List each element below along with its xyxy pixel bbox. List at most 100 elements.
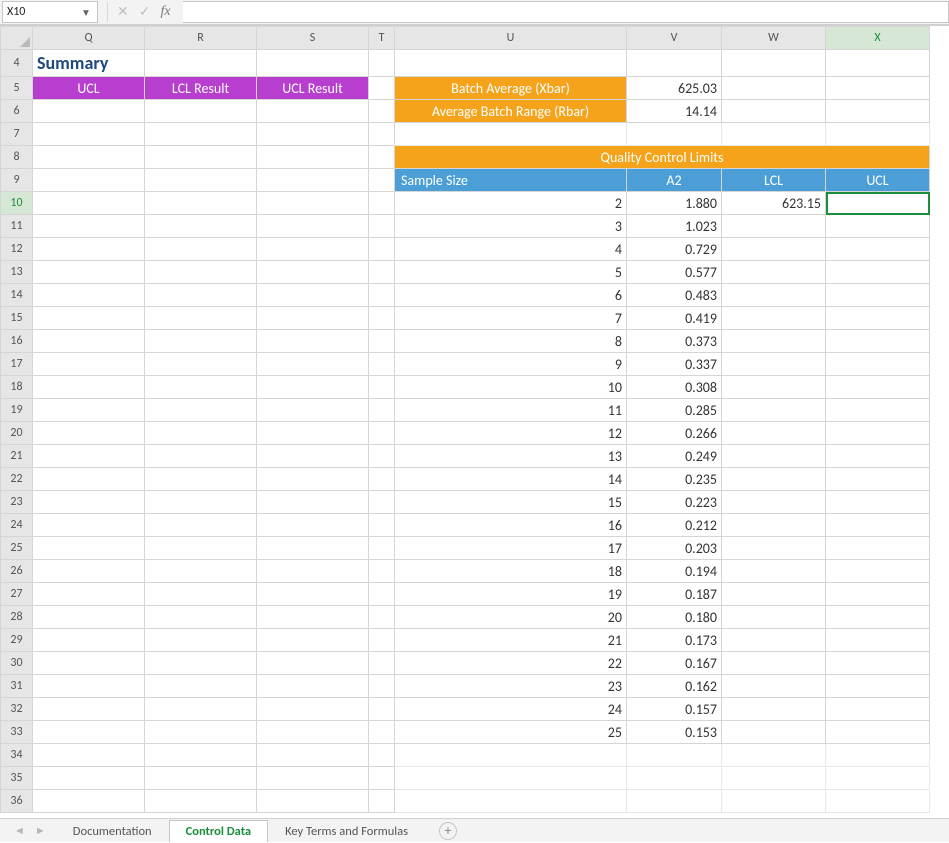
cell-V15[interactable]: 0.419: [627, 307, 722, 330]
cell-X29[interactable]: [826, 629, 930, 652]
cell-S24[interactable]: [257, 514, 369, 537]
cell-W19[interactable]: [722, 399, 826, 422]
cell-X5[interactable]: [826, 77, 930, 100]
cell-U27[interactable]: 19: [395, 583, 627, 606]
cell-V20[interactable]: 0.266: [627, 422, 722, 445]
cell-T31[interactable]: [369, 675, 395, 698]
cell-S31[interactable]: [257, 675, 369, 698]
cell-W12[interactable]: [722, 238, 826, 261]
cell-T5[interactable]: [369, 77, 395, 100]
cell-R35[interactable]: [145, 767, 257, 790]
cell-U15[interactable]: 7: [395, 307, 627, 330]
cell-V35[interactable]: [627, 767, 722, 790]
cell-U6[interactable]: Average Batch Range (Rbar): [395, 100, 627, 123]
cell-X17[interactable]: [826, 353, 930, 376]
cell-S29[interactable]: [257, 629, 369, 652]
cell-V17[interactable]: 0.337: [627, 353, 722, 376]
row-header-17[interactable]: 17: [1, 353, 33, 376]
cell-T22[interactable]: [369, 468, 395, 491]
column-header-T[interactable]: T: [369, 27, 395, 50]
row-header-12[interactable]: 12: [1, 238, 33, 261]
cell-S35[interactable]: [257, 767, 369, 790]
cell-U25[interactable]: 17: [395, 537, 627, 560]
cell-Q32[interactable]: [33, 698, 145, 721]
cell-W10[interactable]: 623.15: [722, 192, 826, 215]
cell-R30[interactable]: [145, 652, 257, 675]
fx-icon[interactable]: fx: [160, 5, 176, 19]
cell-T36[interactable]: [369, 790, 395, 813]
cell-U32[interactable]: 24: [395, 698, 627, 721]
cell-W24[interactable]: [722, 514, 826, 537]
cell-X7[interactable]: [826, 123, 930, 146]
cell-W7[interactable]: [722, 123, 826, 146]
cell-T32[interactable]: [369, 698, 395, 721]
row-header-22[interactable]: 22: [1, 468, 33, 491]
row-header-4[interactable]: 4: [1, 50, 33, 77]
cell-U8[interactable]: Quality Control Limits: [395, 146, 930, 169]
cell-X35[interactable]: [826, 767, 930, 790]
cell-W29[interactable]: [722, 629, 826, 652]
cell-T15[interactable]: [369, 307, 395, 330]
cell-V10[interactable]: 1.880: [627, 192, 722, 215]
row-header-14[interactable]: 14: [1, 284, 33, 307]
cell-W31[interactable]: [722, 675, 826, 698]
row-header-20[interactable]: 20: [1, 422, 33, 445]
cell-V31[interactable]: 0.162: [627, 675, 722, 698]
cell-T20[interactable]: [369, 422, 395, 445]
cell-V6[interactable]: 14.14: [627, 100, 722, 123]
cell-U9[interactable]: Sample Size: [395, 169, 627, 192]
cell-R19[interactable]: [145, 399, 257, 422]
column-header-X[interactable]: X: [826, 27, 930, 50]
cell-V21[interactable]: 0.249: [627, 445, 722, 468]
cell-Q29[interactable]: [33, 629, 145, 652]
row-header-7[interactable]: 7: [1, 123, 33, 146]
row-header-21[interactable]: 21: [1, 445, 33, 468]
cell-W36[interactable]: [722, 790, 826, 813]
cell-X25[interactable]: [826, 537, 930, 560]
row-header-8[interactable]: 8: [1, 146, 33, 169]
cell-T19[interactable]: [369, 399, 395, 422]
cell-T16[interactable]: [369, 330, 395, 353]
cell-U14[interactable]: 6: [395, 284, 627, 307]
row-header-18[interactable]: 18: [1, 376, 33, 399]
cell-S14[interactable]: [257, 284, 369, 307]
cell-X20[interactable]: [826, 422, 930, 445]
cell-T26[interactable]: [369, 560, 395, 583]
cell-R10[interactable]: [145, 192, 257, 215]
cell-T28[interactable]: [369, 606, 395, 629]
cell-R6[interactable]: [145, 100, 257, 123]
cell-T17[interactable]: [369, 353, 395, 376]
cell-X11[interactable]: [826, 215, 930, 238]
cell-Q15[interactable]: [33, 307, 145, 330]
cell-S8[interactable]: [257, 146, 369, 169]
cell-U24[interactable]: 16: [395, 514, 627, 537]
cell-S6[interactable]: [257, 100, 369, 123]
cell-R17[interactable]: [145, 353, 257, 376]
cell-Q25[interactable]: [33, 537, 145, 560]
cell-Q34[interactable]: [33, 744, 145, 767]
sheet-nav-next-icon[interactable]: ►: [35, 824, 46, 837]
cell-R32[interactable]: [145, 698, 257, 721]
cell-R22[interactable]: [145, 468, 257, 491]
cell-V9[interactable]: A2: [627, 169, 722, 192]
cell-R9[interactable]: [145, 169, 257, 192]
spreadsheet-grid[interactable]: QRSTUVWX4Summary5UCLLCL ResultUCL Result…: [0, 25, 949, 818]
cell-W21[interactable]: [722, 445, 826, 468]
cell-V13[interactable]: 0.577: [627, 261, 722, 284]
cell-V5[interactable]: 625.03: [627, 77, 722, 100]
cell-W16[interactable]: [722, 330, 826, 353]
cell-Q18[interactable]: [33, 376, 145, 399]
cell-V34[interactable]: [627, 744, 722, 767]
cell-U22[interactable]: 14: [395, 468, 627, 491]
cell-T18[interactable]: [369, 376, 395, 399]
cell-Q7[interactable]: [33, 123, 145, 146]
cell-V27[interactable]: 0.187: [627, 583, 722, 606]
cell-U34[interactable]: [395, 744, 627, 767]
cell-Q21[interactable]: [33, 445, 145, 468]
column-header-S[interactable]: S: [257, 27, 369, 50]
cell-V18[interactable]: 0.308: [627, 376, 722, 399]
cell-T35[interactable]: [369, 767, 395, 790]
cell-U30[interactable]: 22: [395, 652, 627, 675]
cell-X12[interactable]: [826, 238, 930, 261]
cell-T14[interactable]: [369, 284, 395, 307]
